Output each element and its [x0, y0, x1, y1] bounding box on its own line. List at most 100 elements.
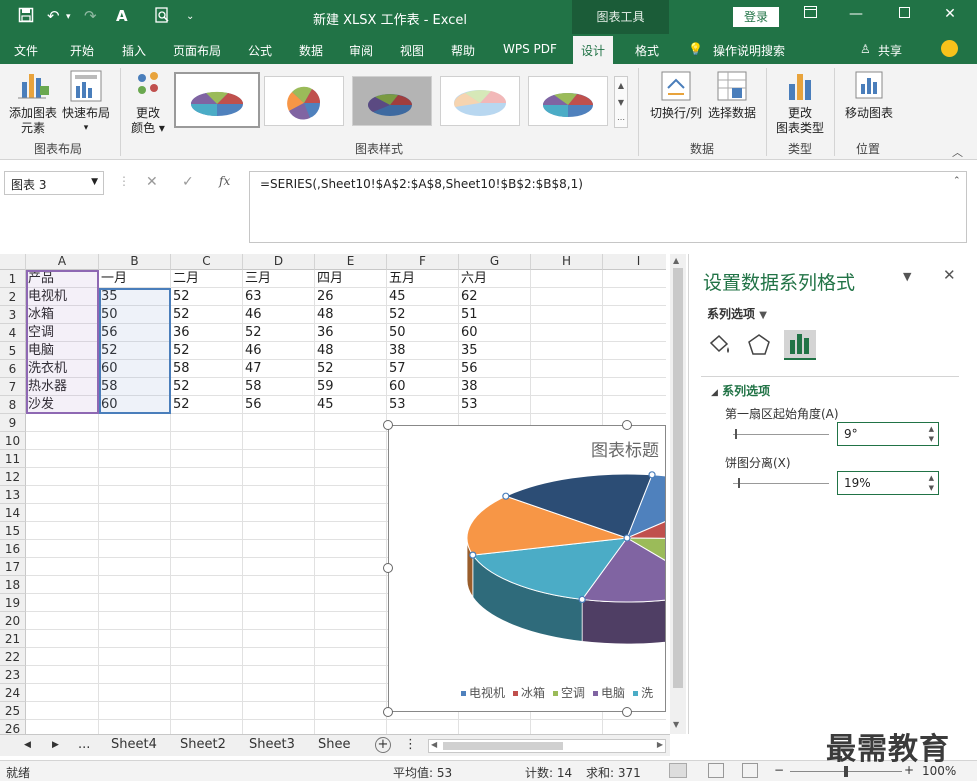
cell[interactable]: [243, 468, 315, 486]
select-data-button[interactable]: 选择数据: [704, 106, 760, 121]
column-header[interactable]: C: [171, 254, 243, 270]
cell[interactable]: [99, 612, 171, 630]
cell[interactable]: [99, 522, 171, 540]
chart-style-5-thumbnail[interactable]: [528, 76, 608, 126]
cell[interactable]: [99, 540, 171, 558]
cell[interactable]: [531, 720, 603, 734]
close-window-icon[interactable]: ✕: [940, 6, 960, 22]
tab-data[interactable]: 数据: [299, 42, 323, 59]
cell[interactable]: [99, 558, 171, 576]
cell[interactable]: 36: [315, 324, 387, 342]
cell[interactable]: 60: [387, 378, 459, 396]
column-header[interactable]: A: [26, 254, 99, 270]
legend-item[interactable]: 冰箱: [513, 686, 545, 700]
cell[interactable]: [315, 522, 387, 540]
cell[interactable]: [243, 522, 315, 540]
cancel-icon[interactable]: ✕: [146, 174, 158, 190]
cell[interactable]: [26, 666, 99, 684]
cell[interactable]: 50: [387, 324, 459, 342]
scroll-right-icon[interactable]: ▶: [657, 740, 663, 749]
cell[interactable]: 56: [99, 324, 171, 342]
more-sheets-right[interactable]: ⋮: [404, 737, 417, 752]
cell[interactable]: [171, 630, 243, 648]
row-header[interactable]: 12: [0, 468, 26, 486]
series-options-icon[interactable]: [784, 330, 816, 360]
cell[interactable]: [531, 270, 603, 288]
cell[interactable]: [99, 486, 171, 504]
horizontal-scrollbar[interactable]: ◀ ▶: [428, 739, 666, 753]
cell[interactable]: 50: [99, 306, 171, 324]
cell[interactable]: [243, 504, 315, 522]
normal-view-icon[interactable]: [669, 763, 687, 778]
column-header[interactable]: E: [315, 254, 387, 270]
cell[interactable]: [26, 720, 99, 734]
new-sheet-icon[interactable]: +: [375, 737, 391, 753]
redo-icon[interactable]: ↷: [84, 7, 97, 25]
cell[interactable]: [171, 450, 243, 468]
row-header[interactable]: 24: [0, 684, 26, 702]
cell[interactable]: 三月: [243, 270, 315, 288]
cell[interactable]: 38: [459, 378, 531, 396]
name-box[interactable]: 图表 3 ▼: [4, 171, 104, 195]
cell[interactable]: 产品: [26, 270, 99, 288]
cell[interactable]: 52: [171, 342, 243, 360]
close-pane-icon[interactable]: ✕: [943, 266, 956, 284]
cell[interactable]: 60: [99, 360, 171, 378]
cell[interactable]: 59: [315, 378, 387, 396]
cell[interactable]: [243, 540, 315, 558]
scrollbar-thumb[interactable]: [673, 268, 683, 688]
cell[interactable]: 沙发: [26, 396, 99, 414]
cell[interactable]: 热水器: [26, 378, 99, 396]
cell[interactable]: [171, 468, 243, 486]
cell[interactable]: [99, 504, 171, 522]
ribbon-display-options-icon[interactable]: [800, 6, 820, 22]
sheet-tab[interactable]: Shee: [318, 737, 351, 752]
more-sheets-left[interactable]: ...: [78, 737, 90, 752]
cell[interactable]: [26, 648, 99, 666]
chart-style-2-thumbnail[interactable]: [264, 76, 344, 126]
cell[interactable]: [315, 684, 387, 702]
cell[interactable]: [531, 342, 603, 360]
cell[interactable]: [99, 684, 171, 702]
column-header[interactable]: H: [531, 254, 603, 270]
cell[interactable]: [603, 324, 666, 342]
series-selection-handle[interactable]: [648, 471, 656, 479]
cell[interactable]: 38: [387, 342, 459, 360]
cell[interactable]: [99, 450, 171, 468]
undo-dropdown-icon[interactable]: ▾: [66, 12, 71, 22]
chart-style-4-thumbnail[interactable]: [440, 76, 520, 126]
cell[interactable]: 45: [315, 396, 387, 414]
cell[interactable]: 35: [99, 288, 171, 306]
cell[interactable]: [315, 540, 387, 558]
cell[interactable]: 空调: [26, 324, 99, 342]
chart-resize-handle[interactable]: [383, 563, 393, 573]
chart-legend[interactable]: 电视机 冰箱 空调 电脑 洗: [461, 684, 661, 701]
cell[interactable]: 电视机: [26, 288, 99, 306]
row-header[interactable]: 21: [0, 630, 26, 648]
explosion-spinner-icon[interactable]: ▲ ▼: [929, 473, 934, 493]
cell[interactable]: 二月: [171, 270, 243, 288]
row-header[interactable]: 6: [0, 360, 26, 378]
cell[interactable]: [315, 414, 387, 432]
row-header[interactable]: 19: [0, 594, 26, 612]
sheet-tab[interactable]: Sheet2: [180, 737, 226, 752]
cell[interactable]: [603, 720, 666, 734]
print-preview-icon[interactable]: [155, 7, 170, 27]
cell[interactable]: [171, 504, 243, 522]
share-button[interactable]: 共享: [878, 42, 902, 59]
sheet-tab[interactable]: Sheet4: [111, 737, 157, 752]
cell[interactable]: [26, 702, 99, 720]
cell[interactable]: [531, 360, 603, 378]
cell[interactable]: [99, 666, 171, 684]
cell[interactable]: [243, 414, 315, 432]
legend-item[interactable]: 电视机: [461, 686, 505, 700]
cell[interactable]: [243, 612, 315, 630]
row-header[interactable]: 23: [0, 666, 26, 684]
cell[interactable]: 洗衣机: [26, 360, 99, 378]
cell[interactable]: 51: [459, 306, 531, 324]
row-header[interactable]: 8: [0, 396, 26, 414]
cell[interactable]: [26, 486, 99, 504]
tab-insert[interactable]: 插入: [122, 42, 146, 59]
cell[interactable]: 60: [99, 396, 171, 414]
smile-feedback-icon[interactable]: [941, 40, 958, 57]
